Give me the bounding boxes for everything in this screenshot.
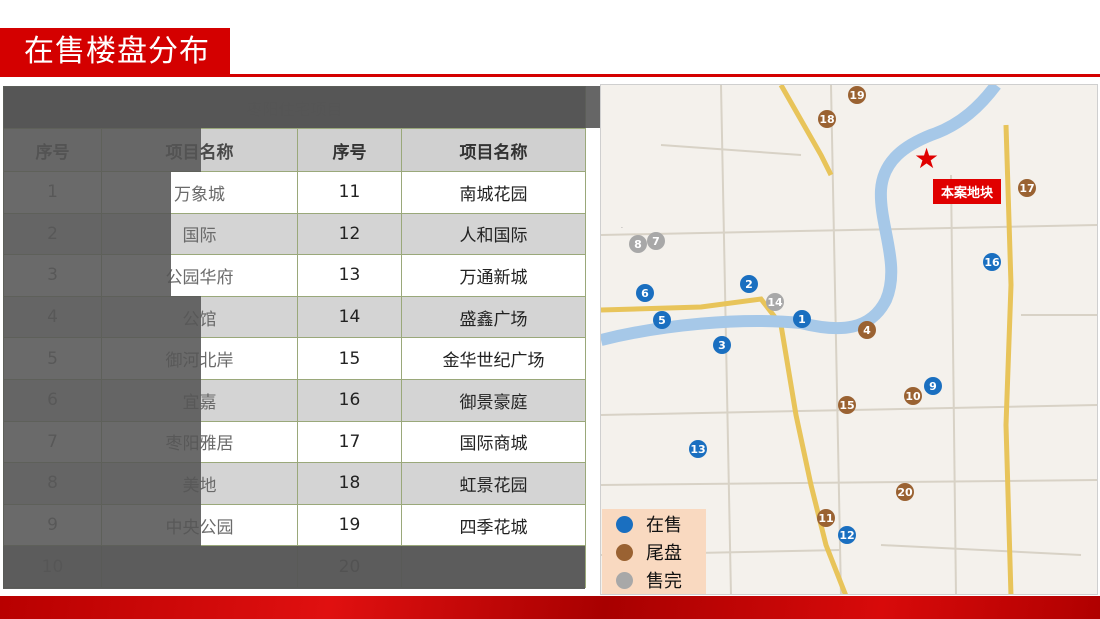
map-marker-6[interactable]: 6 bbox=[636, 284, 654, 302]
row-name: 万象城 bbox=[101, 171, 298, 214]
row-name: 公园华府 bbox=[101, 254, 298, 297]
row-index: 12 bbox=[297, 212, 402, 256]
legend-label: 在售 bbox=[646, 515, 682, 536]
row-name bbox=[101, 545, 298, 588]
map-marker-12[interactable]: 12 bbox=[838, 526, 856, 544]
map-marker-7[interactable]: 7 bbox=[647, 232, 665, 250]
legend-dot-tail-icon bbox=[616, 543, 633, 561]
map-marker-20[interactable]: 20 bbox=[896, 483, 914, 501]
table-header-name-right: 项目名称 bbox=[400, 128, 587, 172]
table-row: 2 国际 12 人和国际 bbox=[3, 212, 587, 256]
row-name: 万通新城 bbox=[400, 254, 587, 297]
row-name: 御景豪庭 bbox=[400, 378, 587, 422]
table-row: 4 公馆 14 盛鑫广场 bbox=[3, 295, 587, 339]
row-index: 11 bbox=[297, 171, 402, 214]
page-title-banner: 在售楼盘分布 bbox=[0, 28, 230, 76]
row-name bbox=[400, 545, 587, 588]
row-index: 1 bbox=[3, 171, 102, 214]
footer-band bbox=[0, 596, 1100, 619]
table-row: 10 20 bbox=[3, 545, 587, 588]
row-name: 美地 bbox=[101, 462, 298, 505]
table-row: 9 中央公园 19 四季花城 bbox=[3, 503, 587, 547]
map-legend: 在售 尾盘 售完 bbox=[602, 509, 706, 594]
map-marker-1[interactable]: 1 bbox=[793, 310, 811, 328]
map-marker-17[interactable]: 17 bbox=[1018, 179, 1036, 197]
row-name: 国际 bbox=[101, 212, 298, 256]
map-marker-10[interactable]: 10 bbox=[904, 387, 922, 405]
table-row: 5 御河北岸 15 金华世纪广场 bbox=[3, 337, 587, 380]
table-row: 8 美地 18 虹景花园 bbox=[3, 462, 587, 505]
legend-dot-sold-icon bbox=[616, 571, 633, 589]
row-name: 国际商城 bbox=[400, 420, 587, 464]
row-name: 盛鑫广场 bbox=[400, 295, 587, 339]
project-table-container: 枣阳住宅项目 序号 项目名称 序号 项目名称 1 万象城 11 南城花园 2 国… bbox=[2, 86, 587, 589]
table-header-index-left: 序号 bbox=[3, 128, 102, 172]
row-index: 20 bbox=[297, 545, 402, 588]
map-marker-9[interactable]: 9 bbox=[924, 377, 942, 395]
row-index: 19 bbox=[297, 503, 402, 547]
table-row: 6 宜嘉 16 御景豪庭 bbox=[3, 378, 587, 422]
site-star-icon: ★ bbox=[914, 142, 940, 175]
row-index: 5 bbox=[3, 337, 102, 380]
row-index: 2 bbox=[3, 212, 102, 256]
row-name: 公馆 bbox=[101, 295, 298, 339]
row-name: 虹景花园 bbox=[400, 462, 587, 505]
table-row: 7 枣阳雅居 17 国际商城 bbox=[3, 420, 587, 464]
map-marker-5[interactable]: 5 bbox=[653, 311, 671, 329]
row-index: 10 bbox=[3, 545, 102, 588]
row-name: 中央公园 bbox=[101, 503, 298, 547]
row-index: 3 bbox=[3, 254, 102, 297]
map-text: · bbox=[621, 225, 623, 232]
legend-item-sold: 售完 bbox=[616, 569, 682, 592]
map-marker-18[interactable]: 18 bbox=[818, 110, 836, 128]
site-label: 本案地块 bbox=[933, 179, 1002, 204]
row-index: 6 bbox=[3, 378, 102, 422]
row-name: 枣阳雅居 bbox=[101, 420, 298, 464]
map-marker-4[interactable]: 4 bbox=[858, 321, 876, 339]
table-row: 1 万象城 11 南城花园 bbox=[3, 171, 587, 214]
table-caption: 枣阳住宅项目 bbox=[2, 86, 587, 129]
map-marker-3[interactable]: 3 bbox=[713, 336, 731, 354]
map-marker-8[interactable]: 8 bbox=[629, 235, 647, 253]
row-index: 7 bbox=[3, 420, 102, 464]
project-table: 枣阳住宅项目 序号 项目名称 序号 项目名称 1 万象城 11 南城花园 2 国… bbox=[2, 86, 587, 588]
row-index: 8 bbox=[3, 462, 102, 505]
row-index: 17 bbox=[297, 420, 402, 464]
map-marker-14[interactable]: 14 bbox=[766, 293, 784, 311]
row-index: 18 bbox=[297, 462, 402, 505]
map-marker-16[interactable]: 16 bbox=[983, 253, 1001, 271]
row-name: 人和国际 bbox=[400, 212, 587, 256]
row-index: 16 bbox=[297, 378, 402, 422]
row-index: 4 bbox=[3, 295, 102, 339]
row-name: 四季花城 bbox=[400, 503, 587, 547]
title-divider bbox=[0, 74, 1100, 77]
row-name: 南城花园 bbox=[400, 171, 587, 214]
row-index: 13 bbox=[297, 254, 402, 297]
page-title: 在售楼盘分布 bbox=[24, 34, 210, 69]
table-header-index-right: 序号 bbox=[297, 128, 402, 172]
map-marker-15[interactable]: 15 bbox=[838, 396, 856, 414]
row-name: 宜嘉 bbox=[101, 378, 298, 422]
row-index: 9 bbox=[3, 503, 102, 547]
map-marker-19[interactable]: 19 bbox=[848, 86, 866, 104]
map-marker-13[interactable]: 13 bbox=[689, 440, 707, 458]
legend-item-tail: 尾盘 bbox=[616, 541, 682, 564]
legend-label: 尾盘 bbox=[646, 543, 682, 564]
map-marker-2[interactable]: 2 bbox=[740, 275, 758, 293]
row-name: 金华世纪广场 bbox=[400, 337, 587, 380]
table-header-name-left: 项目名称 bbox=[101, 128, 298, 172]
map-marker-11[interactable]: 11 bbox=[817, 509, 835, 527]
legend-item-sale: 在售 bbox=[616, 513, 682, 536]
row-index: 15 bbox=[297, 337, 402, 380]
legend-label: 售完 bbox=[646, 571, 682, 592]
row-index: 14 bbox=[297, 295, 402, 339]
table-row: 3 公园华府 13 万通新城 bbox=[3, 254, 587, 297]
project-map[interactable]: · ★ 本案地块 1 2 3 4 5 6 7 8 9 10 11 12 13 1… bbox=[600, 84, 1098, 595]
legend-dot-sale-icon bbox=[616, 515, 633, 533]
row-name: 御河北岸 bbox=[101, 337, 298, 380]
